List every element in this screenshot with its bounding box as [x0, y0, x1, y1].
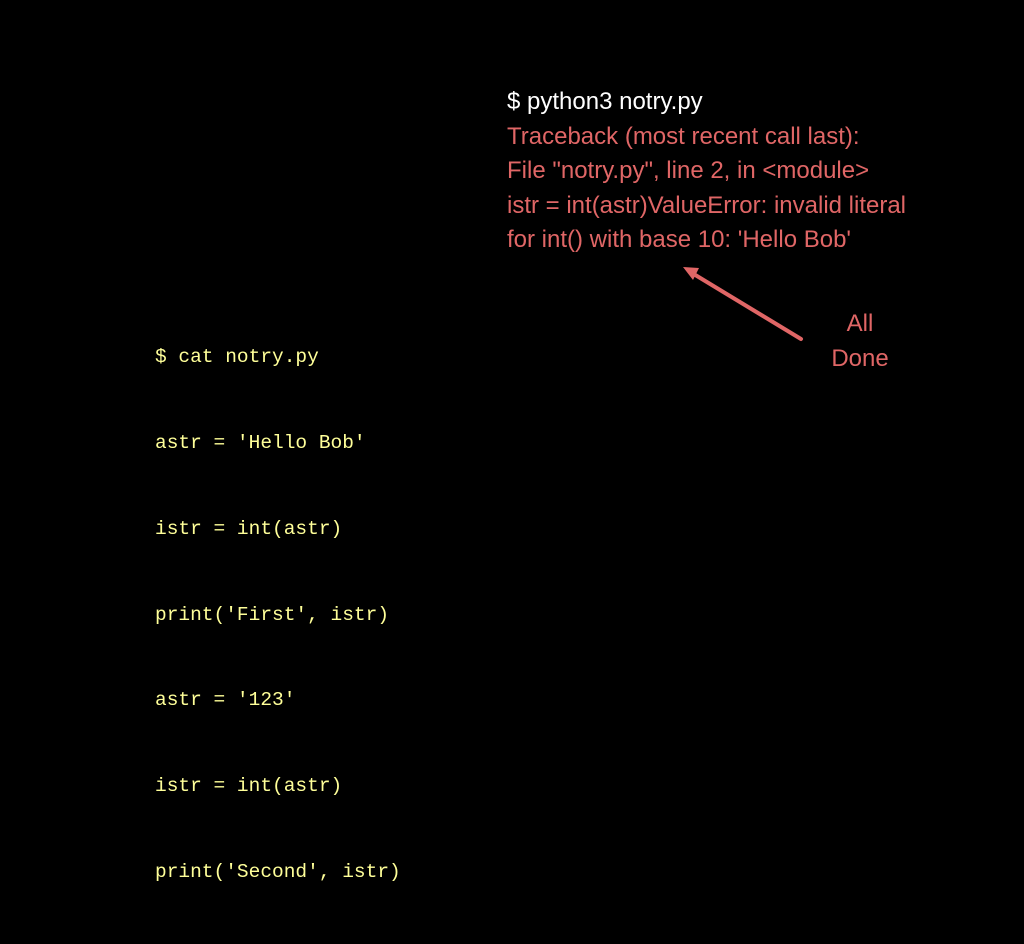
traceback-line: Traceback (most recent call last):	[507, 122, 860, 150]
code-line: $ cat notry.py	[155, 346, 319, 369]
value-error-line: istr = int(astr)ValueError: invalid lite…	[507, 191, 907, 219]
code-listing: $ cat notry.py astr = 'Hello Bob' istr =…	[155, 286, 401, 944]
code-line: astr = 'Hello Bob'	[155, 431, 366, 454]
run-command: $ python3 notry.py	[507, 88, 703, 115]
file-location-line: File "notry.py", line 2, in <module>	[507, 157, 870, 184]
all-done-annotation: All Done	[812, 306, 908, 376]
annotation-line: All	[846, 310, 874, 337]
code-line: istr = int(astr)	[155, 517, 343, 540]
code-line: astr = '123'	[155, 689, 296, 712]
code-line: print('Second', istr)	[155, 860, 401, 883]
code-line: istr = int(astr)	[155, 775, 343, 798]
slide: $ python3 notry.py Traceback (most recen…	[0, 0, 1024, 883]
value-error-detail-line: for int() with base 10: 'Hello Bob'	[507, 226, 851, 253]
annotation-line: Done	[831, 345, 889, 372]
terminal-output: $ python3 notry.py Traceback (most recen…	[507, 85, 1007, 258]
code-line: print('First', istr)	[155, 603, 390, 626]
